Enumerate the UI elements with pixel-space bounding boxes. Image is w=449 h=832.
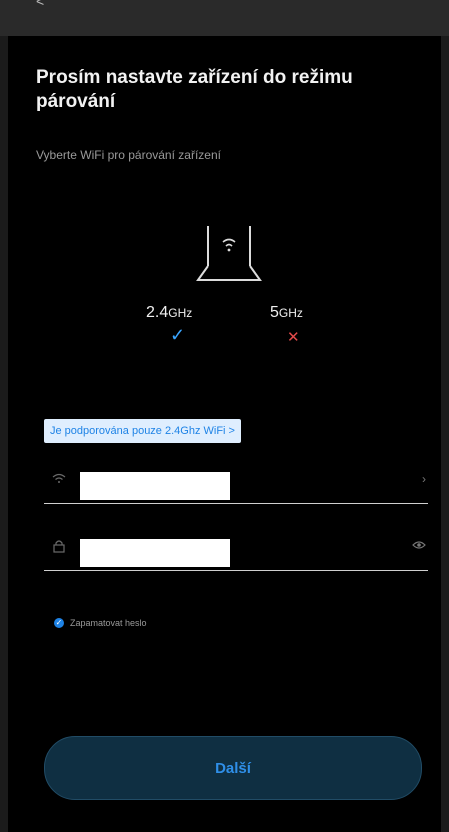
wifi-ssid-field[interactable]: › — [44, 464, 428, 504]
page-subtitle: Vyberte WiFi pro párování zařízení — [36, 148, 221, 162]
remember-password-label: Zapamatovat heslo — [70, 618, 147, 628]
ssid-underline — [44, 503, 428, 504]
band-5-unit: GHz — [278, 306, 303, 320]
chevron-right-icon[interactable]: › — [422, 472, 426, 486]
band-5-value: 5 — [270, 304, 279, 321]
router-icon — [196, 226, 262, 281]
checkbox-checked-icon[interactable]: ✓ — [54, 618, 64, 628]
ssid-value-redacted[interactable] — [80, 472, 230, 500]
remember-password-checkbox[interactable]: ✓ Zapamatovat heslo — [54, 618, 147, 628]
band-2-4-unit: GHz — [168, 306, 193, 320]
wifi-icon — [52, 472, 70, 490]
lock-icon — [52, 539, 70, 557]
top-bar: < — [0, 0, 449, 36]
password-value-redacted[interactable] — [80, 539, 230, 567]
band-2-4-value: 2.4 — [146, 304, 169, 321]
wifi-password-field[interactable] — [44, 531, 428, 571]
password-underline — [44, 570, 428, 571]
cross-icon: ✕ — [287, 329, 300, 346]
band-5ghz: 5GHz — [270, 304, 303, 322]
next-button[interactable]: Další — [44, 736, 422, 800]
page-title: Prosím nastavte zařízení do režimu párov… — [36, 67, 353, 112]
check-icon: ✓ — [170, 325, 186, 345]
notice-2-4ghz-link[interactable]: Je podporována pouze 2.4Ghz WiFi > — [44, 419, 241, 443]
eye-icon[interactable] — [412, 539, 426, 553]
band-2-4ghz: 2.4GHz — [146, 304, 192, 322]
back-icon[interactable]: < — [36, 0, 50, 8]
pairing-screen: Prosím nastavte zařízení do režimu párov… — [8, 36, 441, 832]
